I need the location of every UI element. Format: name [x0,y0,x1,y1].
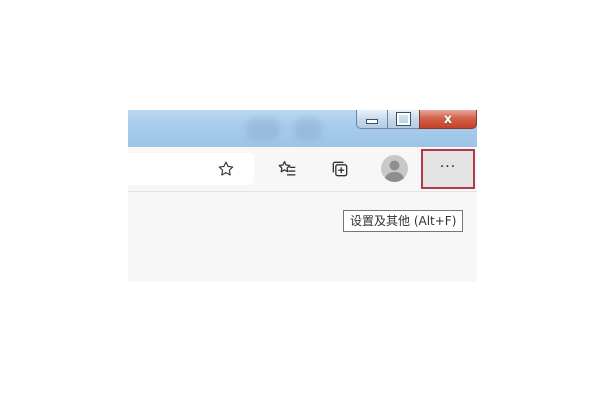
titlebar-blurred-shape [246,118,280,140]
settings-and-more-button[interactable]: ··· [421,149,475,189]
toolbar-divider [128,191,477,192]
settings-tooltip: 设置及其他 (Alt+F) [343,210,464,232]
maximize-button[interactable] [387,110,420,129]
title-bar[interactable]: x [128,110,477,147]
screenshot-stage: x ··· 设置及其他 (Alt+F) [0,0,600,400]
browser-window-crop: x ··· 设置及其他 (Alt+F) [128,110,477,282]
titlebar-blurred-shape [294,118,322,140]
favorites-list-icon[interactable] [277,159,297,179]
minimize-button[interactable] [356,110,388,129]
minimize-icon [366,118,378,124]
close-button[interactable]: x [419,110,477,129]
browser-toolbar: ··· [128,147,477,191]
avatar-silhouette [385,160,404,182]
star-outline-icon[interactable] [217,160,235,178]
profile-avatar-icon[interactable] [381,155,408,182]
address-bar[interactable] [128,153,254,185]
collections-icon[interactable] [330,159,350,179]
restore-icon [396,112,411,126]
close-icon: x [443,111,453,127]
more-dots-icon: ··· [439,159,457,175]
